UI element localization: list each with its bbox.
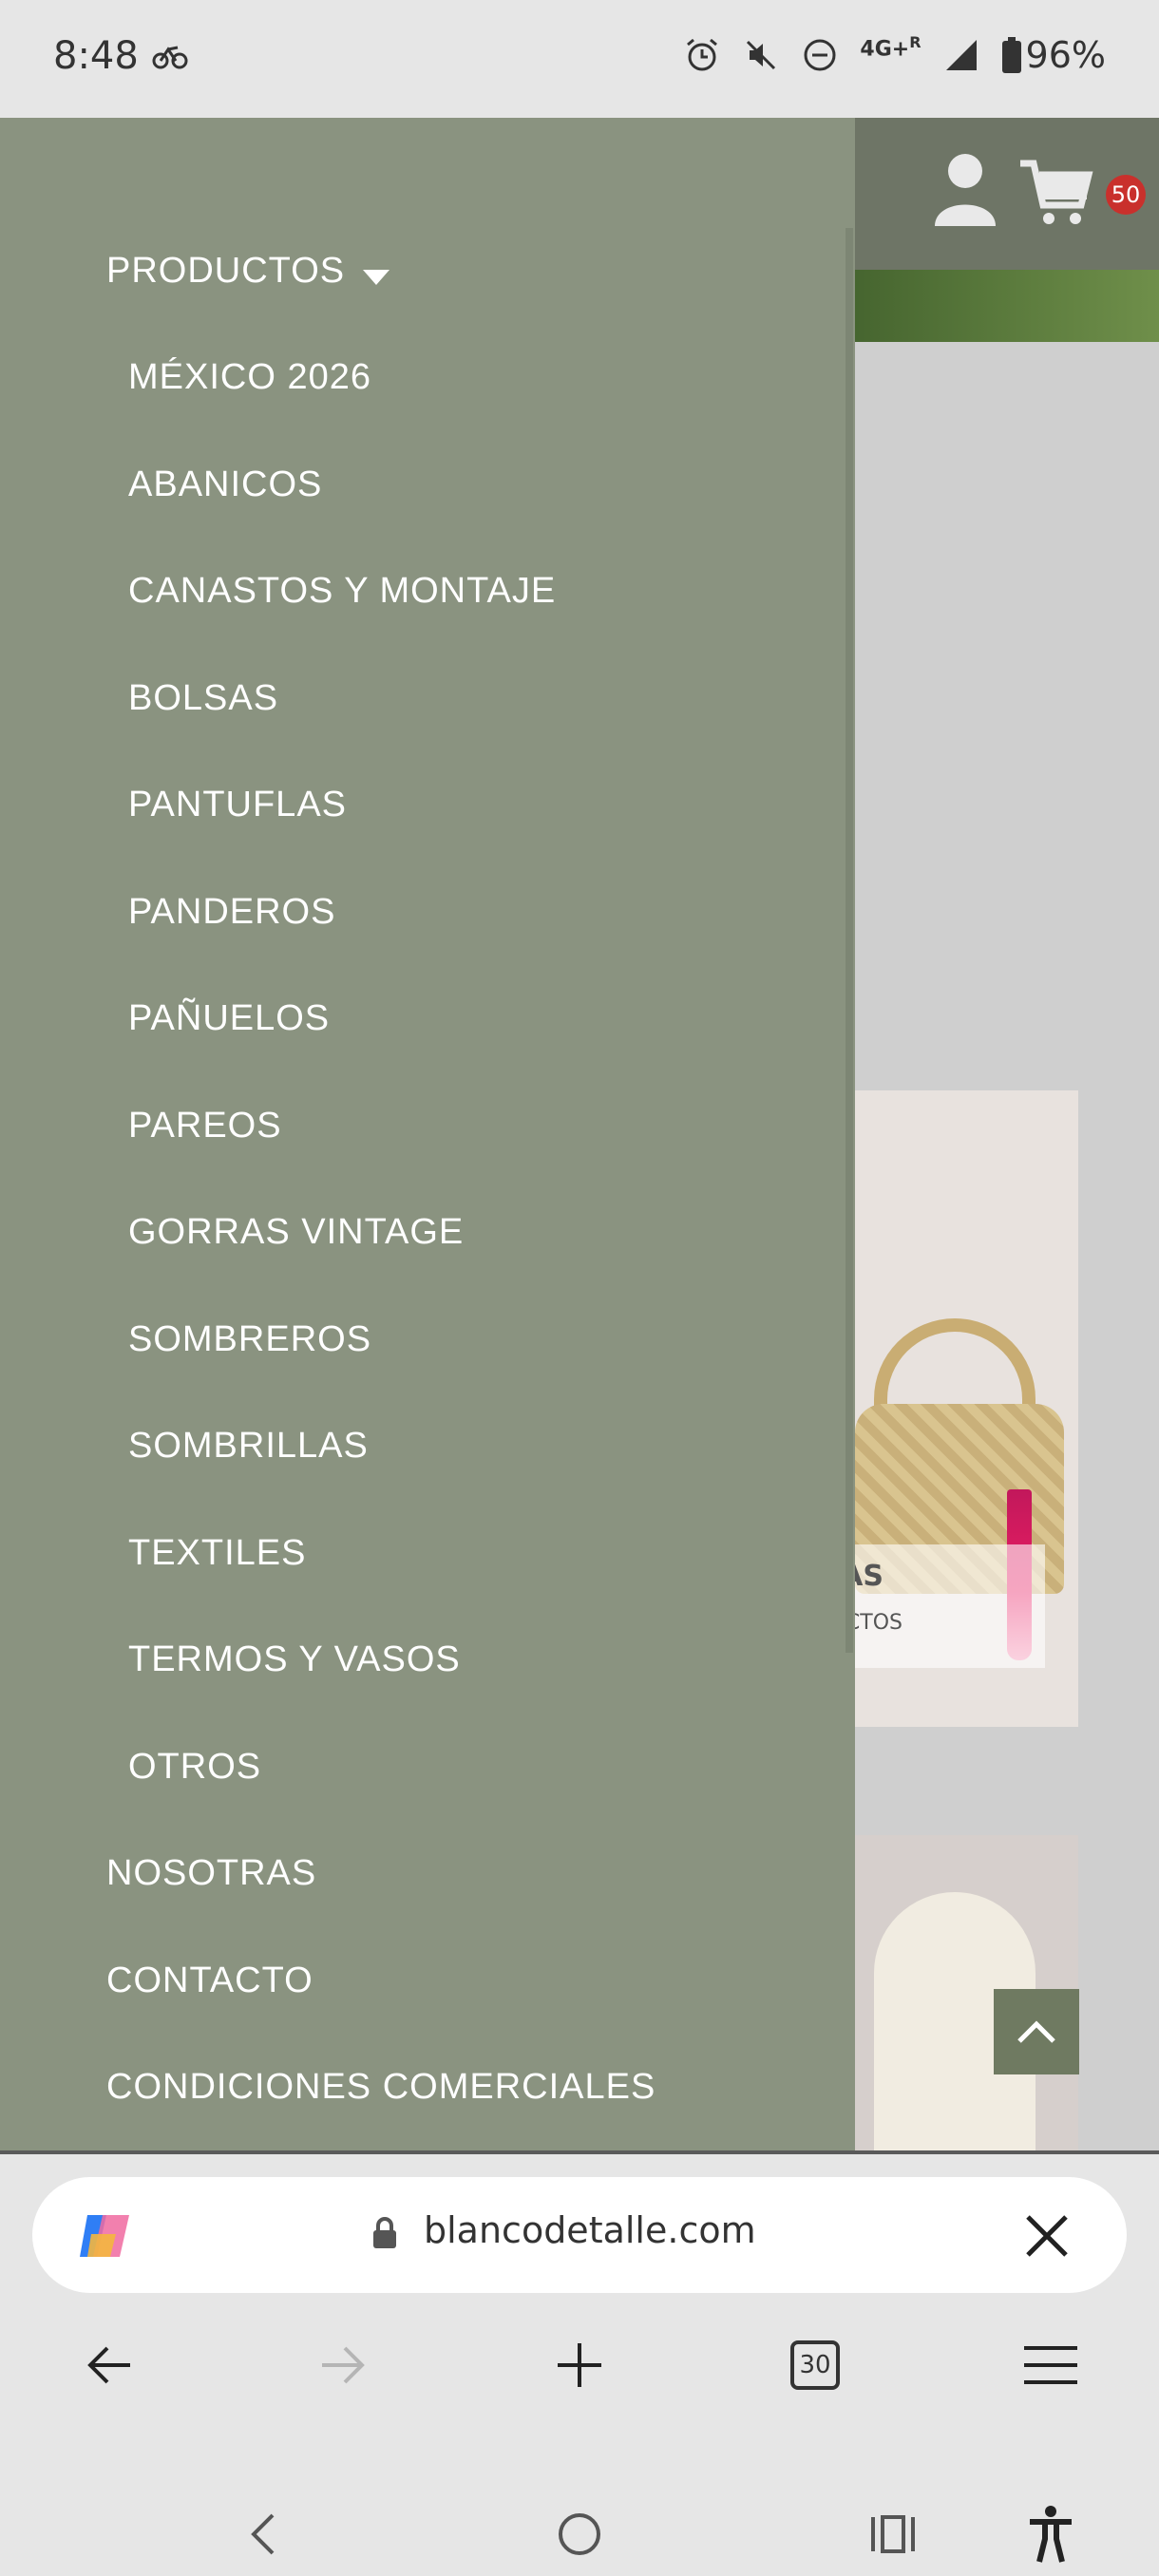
lock-icon xyxy=(373,2217,396,2248)
menu-item-contacto[interactable]: CONTACTO xyxy=(106,1960,314,2001)
back-button[interactable] xyxy=(70,2327,146,2403)
new-tab-icon xyxy=(558,2343,601,2387)
side-menu-drawer: PRODUCTOS MÉXICO 2026 ABANICOS CANASTOS … xyxy=(0,118,855,2150)
status-icons: 4G+R 96% xyxy=(683,33,1106,76)
url-text[interactable]: blancodetalle.com xyxy=(424,2209,756,2251)
system-back-icon xyxy=(251,2513,275,2555)
browser-menu-button[interactable] xyxy=(1013,2327,1089,2403)
close-icon[interactable] xyxy=(1020,2209,1074,2263)
menu-item-nosotras[interactable]: NOSOTRAS xyxy=(106,1853,316,1894)
menu-item-otros[interactable]: OTROS xyxy=(128,1747,261,1788)
accessibility-icon xyxy=(1030,2506,1072,2563)
menu-item-sombreros[interactable]: SOMBREROS xyxy=(128,1319,371,1360)
forward-button[interactable] xyxy=(306,2327,382,2403)
menu-item-bolsas[interactable]: BOLSAS xyxy=(128,678,278,719)
card-label: BOLSAS PRODUCTOS xyxy=(836,1544,1045,1668)
new-tab-button[interactable] xyxy=(542,2327,618,2403)
back-icon xyxy=(87,2346,130,2384)
home-button[interactable] xyxy=(542,2496,618,2572)
chevron-up-icon xyxy=(1017,2020,1055,2043)
home-icon xyxy=(559,2513,600,2555)
dnd-icon xyxy=(804,39,836,71)
bike-icon xyxy=(152,46,188,69)
menu-item-mexico-2026[interactable]: MÉXICO 2026 xyxy=(128,357,371,398)
cart-badge: 50 xyxy=(1106,175,1146,215)
network-label: 4G+R xyxy=(860,33,922,62)
mute-icon xyxy=(747,40,776,70)
recents-button[interactable] xyxy=(855,2496,931,2572)
signal-icon xyxy=(945,40,977,70)
menu-icon xyxy=(1024,2346,1077,2384)
menu-item-productos[interactable]: PRODUCTOS xyxy=(106,251,345,292)
menu-item-termos-y-vasos[interactable]: TERMOS Y VASOS xyxy=(128,1639,461,1680)
status-time: 8:48 xyxy=(53,34,189,78)
category-card-bolsas[interactable]: BOLSAS PRODUCTOS xyxy=(836,1090,1078,1727)
menu-item-textiles[interactable]: TEXTILES xyxy=(128,1533,307,1574)
menu-item-panderos[interactable]: PANDEROS xyxy=(128,892,335,933)
system-back-button[interactable] xyxy=(224,2496,300,2572)
alarm-icon xyxy=(687,38,718,71)
recents-icon xyxy=(871,2515,915,2553)
accessibility-button[interactable] xyxy=(1013,2496,1089,2572)
battery-icon xyxy=(1001,37,1021,73)
menu-item-abanicos[interactable]: ABANICOS xyxy=(128,464,322,505)
user-icon[interactable] xyxy=(931,150,999,226)
menu-item-gorras-vintage[interactable]: GORRAS VINTAGE xyxy=(128,1212,464,1253)
address-bar[interactable]: blancodetalle.com xyxy=(32,2177,1127,2293)
menu-item-condiciones-comerciales[interactable]: CONDICIONES COMERCIALES xyxy=(106,2067,656,2108)
menu-item-pareos[interactable]: PAREOS xyxy=(128,1106,282,1146)
caret-down-icon[interactable] xyxy=(363,270,390,287)
menu-item-canastos[interactable]: CANASTOS Y MONTAJE xyxy=(128,571,556,612)
copilot-icon[interactable] xyxy=(74,2206,135,2266)
cart-icon[interactable] xyxy=(1018,156,1094,232)
menu-item-panuelos[interactable]: PAÑUELOS xyxy=(128,998,330,1039)
tabs-icon: 30 xyxy=(790,2340,840,2390)
browser-toolbar: blancodetalle.com 30 xyxy=(0,2150,1159,2576)
scroll-to-top-button[interactable] xyxy=(994,1989,1079,2074)
tabs-button[interactable]: 30 xyxy=(777,2327,853,2403)
menu-item-pantuflas[interactable]: PANTUFLAS xyxy=(128,785,347,825)
battery-percent: 96% xyxy=(1025,34,1106,76)
menu-item-sombrillas[interactable]: SOMBRILLAS xyxy=(128,1426,369,1467)
status-bar: 8:48 4G+R 96% xyxy=(0,0,1159,118)
time-text: 8:48 xyxy=(53,34,139,78)
menu-scrollbar[interactable] xyxy=(846,228,853,1653)
forward-icon xyxy=(322,2346,365,2384)
